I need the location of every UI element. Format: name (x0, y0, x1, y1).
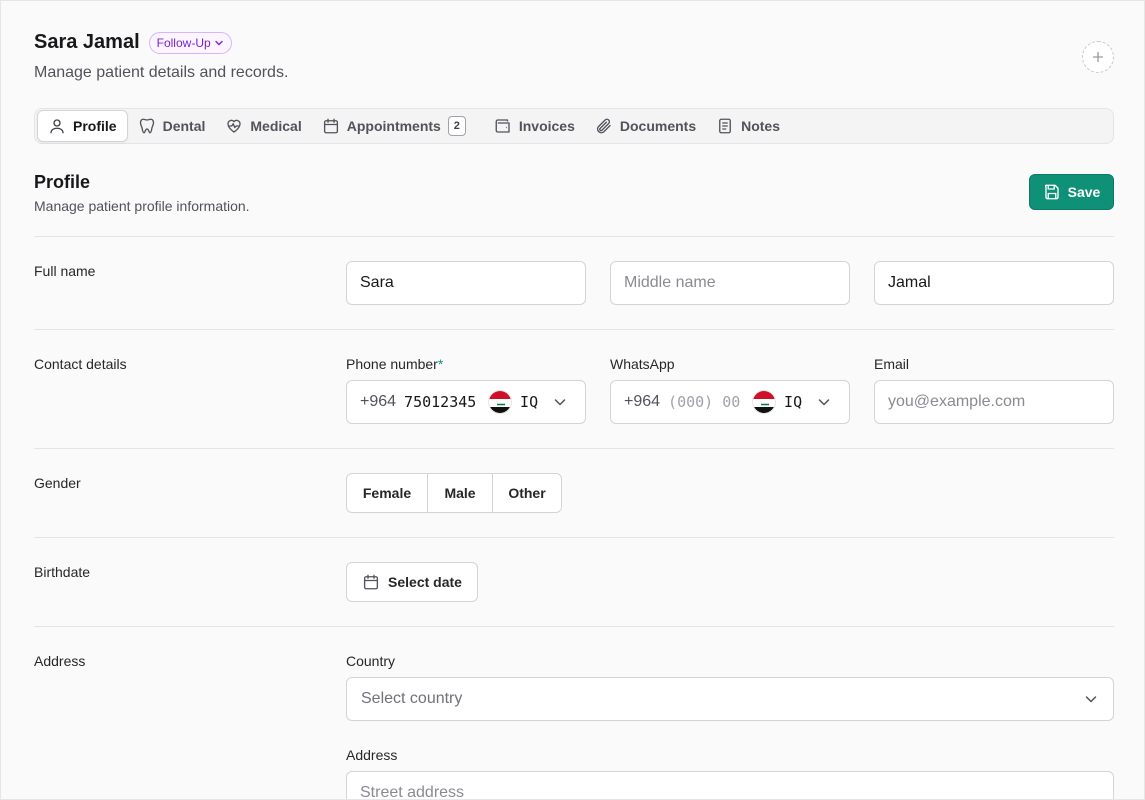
tab-invoices[interactable]: Invoices (484, 110, 585, 142)
tab-label: Appointments (346, 118, 441, 134)
contact-details-label: Contact details (34, 356, 127, 372)
address-field-label: Address (346, 747, 398, 763)
tab-dental[interactable]: Dental (128, 110, 216, 142)
tab-profile[interactable]: Profile (37, 110, 128, 142)
tab-medical[interactable]: Medical (215, 110, 311, 142)
wallet-icon (495, 119, 510, 133)
gender-option-other[interactable]: Other (493, 474, 561, 512)
tab-label: Profile (73, 118, 117, 134)
status-badge-label: Follow-Up (156, 35, 211, 50)
section-subtitle: Manage patient profile information. (34, 198, 250, 214)
tab-notes[interactable]: Notes (706, 110, 790, 142)
page-title: Sara Jamal (34, 31, 140, 53)
status-badge[interactable]: Follow-Up (148, 31, 232, 54)
gender-option-male[interactable]: Male (428, 474, 493, 512)
gender-label: Gender (34, 475, 81, 491)
chevron-down-icon[interactable] (816, 394, 832, 410)
whatsapp-country-iso[interactable]: IQ (784, 393, 802, 411)
divider (34, 448, 1114, 449)
divider (34, 329, 1114, 330)
phone-label-text: Phone number (346, 356, 438, 372)
chevron-down-icon (1085, 696, 1097, 703)
plus-icon (1093, 52, 1103, 62)
gender-option-female[interactable]: Female (347, 474, 428, 512)
tab-label: Notes (741, 118, 781, 134)
street-address-input[interactable]: Street address (346, 771, 1114, 799)
save-icon (1044, 184, 1059, 200)
email-label: Email (874, 356, 910, 372)
whatsapp-label: WhatsApp (610, 356, 675, 372)
birthdate-label: Birthdate (34, 564, 91, 580)
whatsapp-country-code: +964 (624, 393, 661, 410)
phone-country-code: +964 (360, 393, 397, 410)
phone-label: Phone number* (346, 356, 443, 372)
add-button[interactable] (1082, 41, 1114, 73)
tab-label: Documents (619, 118, 697, 134)
appointments-count-badge: 2 (447, 116, 466, 136)
tab-label: Medical (250, 118, 302, 134)
save-button[interactable]: Save (1029, 174, 1114, 210)
country-label: Country (346, 653, 396, 669)
iraq-flag-icon (752, 390, 777, 414)
tab-label: Invoices (518, 118, 575, 134)
paperclip-icon (596, 118, 611, 134)
chevron-down-icon[interactable] (552, 394, 568, 410)
full-name-label: Full name (34, 263, 96, 279)
calendar-icon (323, 118, 338, 134)
divider (34, 537, 1114, 538)
divider (34, 236, 1114, 237)
iraq-flag-icon (488, 390, 513, 414)
gender-segmented-control: Female Male Other (346, 473, 562, 513)
chevron-down-icon (214, 40, 223, 45)
first-name-input[interactable]: Sara (346, 261, 586, 305)
tab-documents[interactable]: Documents (585, 110, 706, 142)
page-header: Sara Jamal Follow-Up Manage patient deta… (34, 31, 288, 82)
phone-input[interactable]: +964 75012345 IQ (346, 380, 586, 424)
calendar-icon (363, 574, 379, 590)
phone-country-iso[interactable]: IQ (520, 393, 538, 411)
whatsapp-input[interactable]: +964 (000) 000 IQ (610, 380, 850, 424)
save-button-label: Save (1067, 184, 1101, 200)
whatsapp-number-placeholder[interactable]: (000) 000 (668, 393, 740, 411)
tooth-icon (139, 118, 154, 134)
select-date-button[interactable]: Select date (346, 562, 478, 602)
tab-appointments[interactable]: Appointments 2 (312, 110, 476, 142)
last-name-input[interactable]: Jamal (874, 261, 1114, 305)
section-title: Profile (34, 172, 91, 192)
required-marker: * (437, 356, 444, 372)
patient-page: Sara Jamal Follow-Up Manage patient deta… (0, 0, 1145, 800)
notepad-icon (719, 118, 732, 134)
tab-bar: Profile Dental Medical Appointments 2 In… (34, 108, 1114, 144)
phone-number-value[interactable]: 75012345 (404, 393, 476, 411)
country-select[interactable]: Select country (346, 677, 1114, 721)
divider (34, 626, 1114, 627)
middle-name-input[interactable]: Middle name (610, 261, 850, 305)
country-select-placeholder: Select country (361, 690, 463, 707)
heart-pulse-icon (227, 119, 242, 133)
address-section-label: Address (34, 653, 86, 669)
email-input[interactable]: you@example.com (874, 380, 1114, 424)
tab-label: Dental (162, 118, 206, 134)
page-subtitle: Manage patient details and records. (34, 64, 289, 81)
user-icon (50, 119, 64, 134)
select-date-label: Select date (388, 574, 462, 590)
